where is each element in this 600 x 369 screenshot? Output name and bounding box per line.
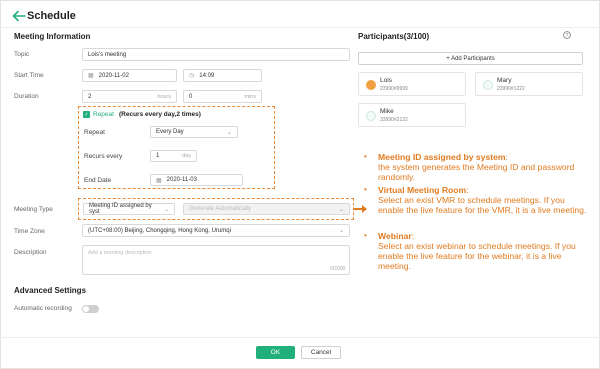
recurs-every-stepper[interactable]: 1 day bbox=[150, 150, 197, 162]
footer-divider bbox=[0, 337, 600, 338]
duration-mins-value: 0 bbox=[189, 93, 193, 100]
chevron-down-icon: ⌄ bbox=[163, 206, 169, 213]
participant-card[interactable]: Mike 33990#2122 bbox=[358, 103, 466, 127]
page-title: Schedule bbox=[27, 10, 76, 22]
automatic-recording-label: Automatic recording bbox=[14, 305, 72, 312]
repeat-checkbox[interactable]: ✓ bbox=[83, 111, 90, 118]
start-time-value: 14:09 bbox=[199, 72, 215, 79]
meeting-info-title: Meeting Information bbox=[14, 32, 91, 41]
clock-icon: ◷ bbox=[189, 73, 195, 79]
meeting-id-value: Generate Automatically bbox=[189, 206, 252, 212]
annotation-suffix: : bbox=[505, 152, 508, 162]
recurs-unit: day bbox=[182, 153, 191, 159]
annotation-item: Meeting ID assigned by system: the syste… bbox=[378, 152, 590, 182]
chevron-down-icon: ⌄ bbox=[226, 129, 232, 136]
description-counter: 0/2000 bbox=[330, 266, 346, 272]
participants-title: Participants(3/100) bbox=[358, 32, 430, 41]
avatar bbox=[366, 111, 376, 121]
participant-card[interactable]: Mary 23990#1222 bbox=[475, 72, 583, 96]
time-zone-value: (UTC+08:00) Beijing, Chongqing, Hong Kon… bbox=[88, 227, 231, 234]
annotation-item: Webinar: Select an exist webinar to sche… bbox=[378, 231, 590, 271]
header-divider bbox=[0, 27, 600, 28]
annotation-suffix: : bbox=[411, 231, 415, 241]
add-participants-button[interactable]: + Add Participants bbox=[358, 52, 583, 65]
advanced-settings-title: Advanced Settings bbox=[14, 286, 87, 295]
end-date-label: End Date bbox=[84, 177, 112, 184]
avatar bbox=[366, 80, 376, 90]
description-label: Description bbox=[14, 249, 47, 256]
description-placeholder: Add a meeting description bbox=[88, 250, 152, 256]
chevron-down-icon: ⌄ bbox=[338, 228, 344, 234]
participant-card[interactable]: Lois 23990#9999 bbox=[358, 72, 466, 96]
arrow-right-icon bbox=[354, 205, 367, 213]
annotation-title: Virtual Meeting Room bbox=[378, 185, 467, 195]
participant-number: 33990#2122 bbox=[380, 117, 408, 123]
topic-value: Lois's meeting bbox=[88, 51, 127, 58]
cancel-button[interactable]: Cancel bbox=[301, 346, 341, 359]
hours-unit: hours bbox=[157, 93, 171, 100]
meeting-type-value: Meeting ID assigned by syst bbox=[89, 203, 152, 215]
participant-number: 23990#9999 bbox=[380, 86, 408, 92]
start-date-value: 2020-11-02 bbox=[98, 72, 129, 79]
chevron-down-icon: ⌄ bbox=[338, 206, 344, 213]
mins-unit: mins bbox=[244, 93, 256, 100]
meeting-type-label: Meeting Type bbox=[14, 206, 53, 213]
start-time-label: Start Time bbox=[14, 72, 44, 79]
participant-name: Mike bbox=[380, 108, 394, 115]
svg-text:?: ? bbox=[566, 33, 569, 39]
time-zone-select[interactable]: (UTC+08:00) Beijing, Chongqing, Hong Kon… bbox=[82, 224, 350, 237]
ok-button[interactable]: OK bbox=[256, 346, 295, 359]
time-zone-label: Time Zone bbox=[14, 228, 45, 235]
description-textarea[interactable]: Add a meeting description bbox=[82, 245, 350, 275]
bullet-icon: • bbox=[364, 231, 367, 240]
repeat-frequency-select[interactable]: Every Day ⌄ bbox=[150, 126, 238, 138]
end-date-value: 2020-11-03 bbox=[166, 177, 197, 183]
annotation-body: the system generates the Meeting ID and … bbox=[378, 162, 575, 182]
annotation-suffix: : bbox=[466, 185, 469, 195]
participant-name: Lois bbox=[380, 77, 392, 84]
meeting-type-select[interactable]: Meeting ID assigned by syst ⌄ bbox=[83, 203, 175, 215]
participant-number: 23990#1222 bbox=[497, 86, 525, 92]
repeat-note: (Recurs every day,2 times) bbox=[119, 111, 201, 118]
help-icon[interactable]: ? bbox=[563, 31, 571, 39]
annotation-body: Select an exist webinar to schedule meet… bbox=[378, 241, 576, 271]
annotation-title: Meeting ID assigned by system bbox=[378, 152, 506, 162]
end-date-picker[interactable]: ▦ 2020-11-03 bbox=[150, 174, 243, 186]
recurs-every-value: 1 bbox=[156, 153, 160, 159]
calendar-icon: ▦ bbox=[156, 177, 162, 184]
repeat-frequency-value: Every Day bbox=[156, 129, 184, 135]
bullet-icon: • bbox=[364, 152, 367, 161]
duration-mins-stepper[interactable]: 0 mins bbox=[183, 90, 262, 103]
start-time-picker[interactable]: ◷ 14:09 bbox=[183, 69, 262, 82]
participant-name: Mary bbox=[497, 77, 512, 84]
bullet-icon: • bbox=[364, 185, 367, 194]
annotation-title: Webinar bbox=[378, 231, 412, 241]
topic-input[interactable]: Lois's meeting bbox=[82, 48, 350, 61]
topic-label: Topic bbox=[14, 51, 30, 58]
duration-hours-value: 2 bbox=[88, 93, 92, 100]
automatic-recording-toggle[interactable] bbox=[82, 305, 99, 313]
recurs-every-label: Recurs every bbox=[84, 153, 123, 160]
meeting-id-select: Generate Automatically ⌄ bbox=[183, 203, 350, 215]
duration-label: Duration bbox=[14, 93, 39, 100]
duration-hours-stepper[interactable]: 2 hours bbox=[82, 90, 177, 103]
repeat-checkbox-label: Repeat bbox=[93, 111, 114, 118]
annotation-body: Select an exist VMR to schedule meetings… bbox=[378, 195, 587, 215]
annotation-item: Virtual Meeting Room: Select an exist VM… bbox=[378, 185, 590, 215]
start-date-picker[interactable]: ▦ 2020-11-02 bbox=[82, 69, 177, 82]
back-arrow-icon[interactable] bbox=[12, 10, 26, 22]
avatar bbox=[483, 80, 493, 90]
calendar-icon: ▦ bbox=[88, 73, 94, 79]
repeat-frequency-label: Repeat bbox=[84, 129, 105, 136]
